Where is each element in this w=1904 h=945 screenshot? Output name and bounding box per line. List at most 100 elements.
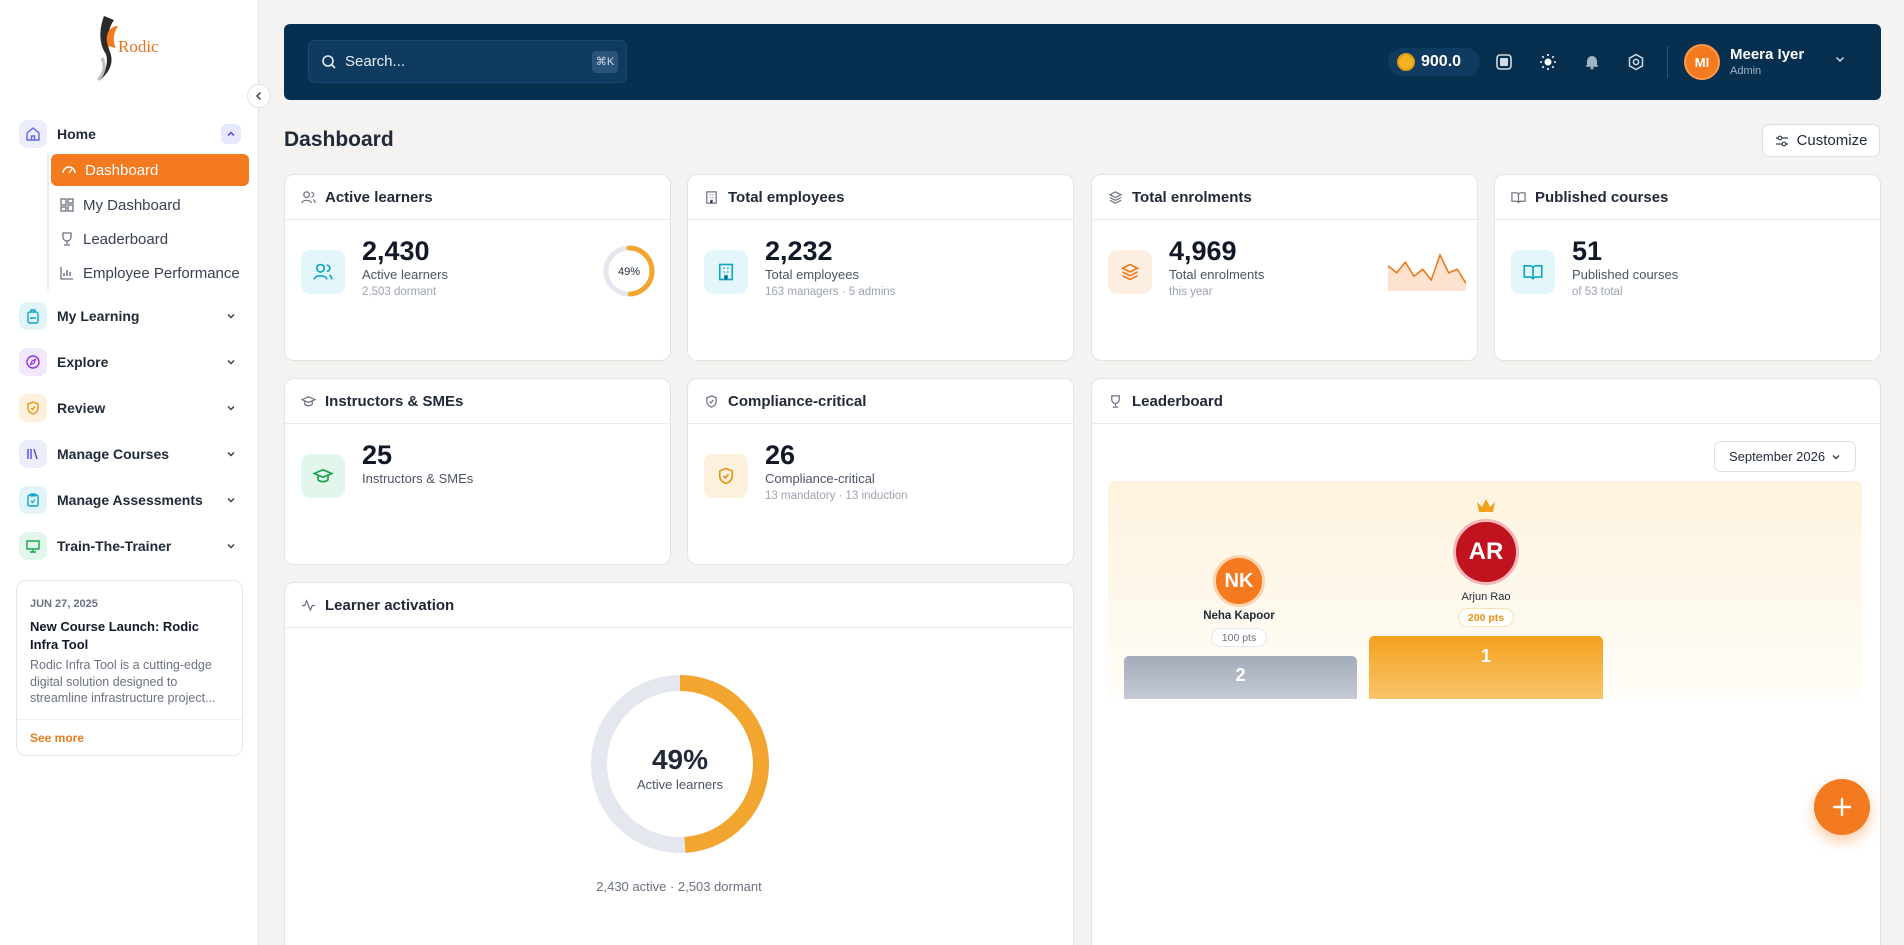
building-icon (704, 250, 748, 294)
nav-group-train-the-trainer[interactable]: Train-The-Trainer (19, 529, 241, 563)
news-title: New Course Launch: Rodic Infra Tool (30, 619, 200, 652)
second-place-points: 100 pts (1211, 628, 1267, 647)
page-title: Dashboard (284, 128, 394, 151)
sidebar-item-leaderboard[interactable]: Leaderboard (49, 222, 247, 256)
sidebar-item-label: Dashboard (85, 161, 159, 179)
avatar-first-place[interactable]: AR (1453, 519, 1519, 585)
card-compliance: Compliance-critical 26 Compliance-critic… (687, 378, 1074, 565)
activation-footer: 2,430 active · 2,503 dormant (596, 879, 762, 894)
card-header: Compliance-critical (688, 379, 1073, 424)
chevron-left-icon (255, 91, 262, 101)
card-total-enrolments: Total enrolments 4,969 Total enrolments … (1091, 174, 1478, 361)
card-total-employees: Total employees 2,232 Total employees 16… (687, 174, 1074, 361)
compass-icon (19, 348, 47, 376)
stat-label: Total enrolments (1169, 267, 1265, 282)
user-name[interactable]: Meera Iyer (1730, 46, 1804, 63)
stat-subtext: 13 mandatory · 13 induction (765, 490, 908, 502)
chevron-down-icon[interactable] (1834, 52, 1846, 70)
sidebar-item-employee-performance[interactable]: Employee Performance (49, 256, 247, 290)
sidebar-item-label: My Dashboard (83, 196, 181, 214)
chevron-up-icon[interactable] (221, 124, 241, 144)
activation-ring-chart: 49% Active learners (591, 675, 769, 853)
presentation-icon (19, 532, 47, 560)
fullscreen-icon[interactable] (1492, 50, 1516, 74)
card-title: Compliance-critical (728, 392, 867, 410)
card-learner-activation: Learner activation 49% Active learners 2… (284, 582, 1074, 945)
nav-group-my-learning[interactable]: My Learning (19, 299, 241, 333)
card-header: Total employees (688, 175, 1073, 220)
stat-value: 51 (1572, 236, 1603, 266)
settings-gear-icon[interactable] (1624, 50, 1648, 74)
month-select[interactable]: September 2026 (1714, 441, 1856, 472)
coin-balance[interactable]: 900.0 (1388, 48, 1480, 76)
crown-icon (1477, 499, 1495, 512)
user-avatar[interactable]: MI (1684, 44, 1720, 80)
trophy-icon (1111, 394, 1120, 408)
activity-icon (301, 598, 316, 612)
stat-label: Active learners (362, 267, 448, 282)
chevron-down-icon[interactable] (221, 536, 241, 556)
nav-group-label: Home (57, 126, 96, 142)
stat-subtext: 163 managers · 5 admins (765, 286, 896, 298)
activation-center-label: Active learners (637, 777, 723, 792)
rodic-logo[interactable]: Rodic (96, 14, 166, 82)
podium-second: 2 (1124, 656, 1357, 699)
gauge-icon (62, 166, 76, 174)
customize-button[interactable]: Customize (1762, 124, 1880, 157)
nav-group-label: Manage Assessments (57, 492, 203, 508)
bell-icon[interactable] (1580, 50, 1604, 74)
sidebar-item-my-dashboard[interactable]: My Dashboard (49, 188, 247, 222)
enrolments-sparkline (1388, 252, 1466, 291)
layers-icon (1108, 190, 1123, 204)
search-icon (322, 54, 336, 69)
nav-group-manage-courses[interactable]: Manage Courses (19, 437, 241, 471)
layers-icon (1108, 250, 1152, 294)
collapse-sidebar-button[interactable] (247, 84, 271, 108)
avatar-second-place[interactable]: NK (1213, 555, 1265, 607)
chevron-down-icon[interactable] (221, 306, 241, 326)
backpack-icon (19, 302, 47, 330)
card-title: Total enrolments (1132, 188, 1252, 206)
news-card[interactable]: JUN 27, 2025 New Course Launch: Rodic In… (16, 580, 243, 756)
sidebar-item-label: Employee Performance (83, 264, 240, 282)
chevron-down-icon[interactable] (221, 444, 241, 464)
activation-percent: 49% (652, 744, 708, 775)
first-place-points: 200 pts (1458, 608, 1514, 627)
shield-check-icon (706, 394, 717, 408)
search-input[interactable]: Search... ⌘K (308, 40, 627, 83)
nav-group-label: Train-The-Trainer (57, 538, 172, 554)
nav-group-review[interactable]: Review (19, 391, 241, 425)
chevron-down-icon (1832, 454, 1840, 460)
card-title: Learner activation (325, 596, 455, 614)
home-icon (19, 120, 47, 148)
nav-group-home[interactable]: Home (19, 117, 241, 151)
card-instructors: Instructors & SMEs 25 Instructors & SMEs (284, 378, 671, 565)
nav-group-label: Explore (57, 354, 109, 370)
sliders-icon (1775, 135, 1788, 146)
chevron-down-icon[interactable] (221, 352, 241, 372)
coin-value: 900.0 (1421, 53, 1462, 70)
card-title: Total employees (728, 188, 845, 206)
stat-label: Instructors & SMEs (362, 471, 474, 486)
top-bar: Search... ⌘K 900.0 MI Meera Iyer Admin (284, 24, 1881, 100)
see-more-link[interactable]: See more (17, 719, 242, 755)
mini-progress-ring: 49% (603, 245, 655, 297)
card-published-courses: Published courses 51 Published courses o… (1494, 174, 1881, 361)
layout-grid-icon (60, 198, 74, 212)
clipboard-check-icon (19, 486, 47, 514)
nav-group-label: Manage Courses (57, 446, 170, 462)
card-header: Published courses (1495, 175, 1880, 220)
nav-group-explore[interactable]: Explore (19, 345, 241, 379)
sidebar-item-dashboard[interactable]: Dashboard (51, 154, 249, 186)
add-fab-button[interactable] (1814, 779, 1870, 835)
divider (1667, 46, 1668, 78)
card-header: Total enrolments (1092, 175, 1477, 220)
stat-value: 2,232 (765, 236, 833, 266)
sun-icon[interactable] (1536, 50, 1560, 74)
chevron-down-icon[interactable] (221, 490, 241, 510)
nav-group-manage-assessments[interactable]: Manage Assessments (19, 483, 241, 517)
chevron-down-icon[interactable] (221, 398, 241, 418)
month-select-value: September 2026 (1728, 449, 1826, 464)
stat-value: 26 (765, 440, 796, 470)
card-title: Instructors & SMEs (325, 392, 464, 410)
